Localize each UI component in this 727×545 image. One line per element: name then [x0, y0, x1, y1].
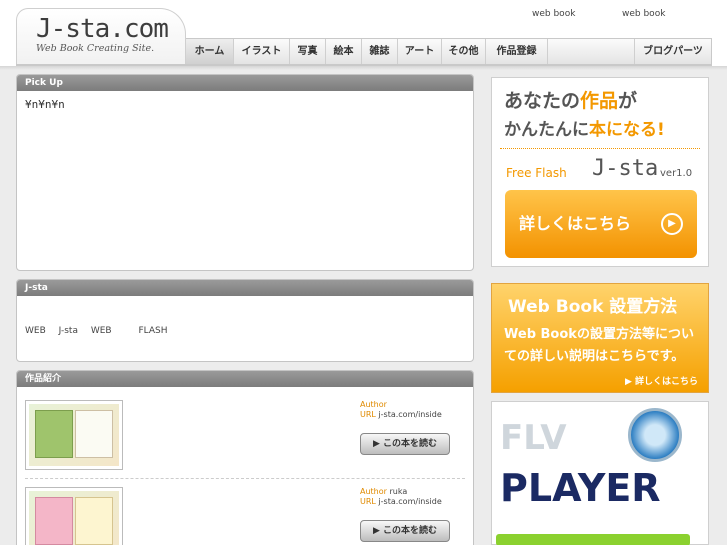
details-button[interactable]: 詳しくはこちら ▶	[505, 190, 697, 258]
main-nav: ホーム イラスト 写真 絵本 雑誌 アート その他 作品登録 ブログパーツ	[186, 38, 712, 65]
works-title: 作品紹介	[17, 371, 473, 387]
film-reel-icon	[628, 408, 682, 462]
promo-line-2-b: 本になる!	[589, 120, 665, 140]
nav-home[interactable]: ホーム	[186, 39, 234, 65]
pickup-title: Pick Up	[17, 75, 473, 91]
work-meta: Author URL j-sta.com/inside	[360, 400, 442, 420]
nav-art[interactable]: アート	[398, 39, 442, 65]
logo-tld: com	[123, 14, 169, 44]
site-tagline: Web Book Creating Site.	[36, 43, 155, 54]
book-page-right	[75, 410, 113, 458]
jsta-body: WEB J-sta WEB FLASH	[17, 296, 473, 336]
work-item: Author ruka URL j-sta.com/inside ▶ この本を読…	[25, 487, 465, 545]
read-book-label: この本を読む	[383, 439, 438, 449]
top-link-web-book-1[interactable]: web book	[532, 9, 575, 19]
logo-dot: .	[109, 14, 125, 44]
details-label: 詳しくはこちら	[519, 214, 632, 233]
nav-register-work[interactable]: 作品登録	[486, 39, 548, 65]
free-flash-label: Free Flash	[506, 166, 567, 180]
work-meta: Author ruka URL j-sta.com/inside	[360, 487, 442, 507]
promo-line-1-b: 作品	[580, 90, 619, 112]
jsta-word-jsta: J-sta	[58, 326, 78, 336]
site-logo[interactable]: J-sta.com	[36, 14, 169, 44]
book-image	[29, 491, 119, 545]
product-name: J-sta	[592, 156, 659, 181]
work-separator	[25, 478, 465, 479]
flv-player-banner[interactable]: FLV PLAYER	[491, 401, 709, 545]
work-url[interactable]: j-sta.com/inside	[378, 410, 441, 419]
promo-line-1-c: が	[618, 90, 638, 112]
url-label: URL	[360, 497, 376, 506]
work-url[interactable]: j-sta.com/inside	[378, 497, 441, 506]
setup-link[interactable]: ▶ 詳しくはこちら	[625, 374, 698, 387]
nav-magazine[interactable]: 雑誌	[362, 39, 398, 65]
player-text: PLAYER	[500, 466, 661, 510]
author-label: Author	[360, 487, 387, 496]
url-label: URL	[360, 410, 376, 419]
nav-other[interactable]: その他	[442, 39, 486, 65]
read-book-button[interactable]: ▶ この本を読む	[360, 433, 450, 455]
nav-picture-book[interactable]: 絵本	[326, 39, 362, 65]
work-thumbnail[interactable]	[25, 400, 123, 470]
jsta-panel: J-sta WEB J-sta WEB FLASH	[16, 279, 474, 362]
arrow-right-icon: ▶	[661, 213, 683, 235]
nav-photo[interactable]: 写真	[290, 39, 326, 65]
work-thumbnail[interactable]	[25, 487, 123, 545]
author-name: ruka	[389, 487, 408, 496]
book-image	[29, 404, 119, 466]
top-link-web-book-2[interactable]: web book	[622, 9, 665, 19]
jsta-title: J-sta	[17, 280, 473, 296]
book-page-left	[35, 410, 73, 458]
jsta-word-web-2: WEB	[90, 326, 112, 336]
product-version: ver1.0	[660, 168, 693, 179]
setup-title: Web Book 設置方法	[508, 297, 678, 317]
flv-text: FLV	[500, 418, 567, 458]
work-item: Author URL j-sta.com/inside ▶ この本を読む	[25, 400, 465, 480]
author-label: Author	[360, 400, 387, 409]
logo-main: J-sta	[36, 14, 110, 44]
nav-blog-parts[interactable]: ブログパーツ	[634, 39, 711, 65]
jsta-promo-banner[interactable]: あなたの作品が かんたんに本になる! Free Flash J-sta ver1…	[491, 77, 709, 267]
promo-line-2-a: かんたんに	[504, 120, 589, 140]
promo-line-1: あなたの作品が	[504, 86, 637, 113]
site-header: J-sta.com Web Book Creating Site. web bo…	[0, 0, 727, 66]
play-arrow-icon: ▶	[372, 526, 380, 536]
promo-line-1-a: あなたの	[504, 90, 581, 112]
works-panel: 作品紹介 Author URL j-sta.com/inside ▶ この本を読…	[16, 370, 474, 545]
read-book-button[interactable]: ▶ この本を読む	[360, 520, 450, 542]
pickup-panel: Pick Up ¥n¥n¥n	[16, 74, 474, 271]
book-page-left	[35, 497, 73, 545]
promo-divider	[500, 148, 700, 149]
play-arrow-icon: ▶	[372, 439, 380, 449]
jsta-word-flash: FLASH	[138, 326, 168, 336]
promo-line-2: かんたんに本になる!	[504, 115, 665, 140]
webbook-setup-banner[interactable]: Web Book 設置方法 Web Bookの設置方法等についての詳しい説明はこ…	[491, 283, 709, 393]
header-shadow	[0, 66, 727, 70]
read-book-label: この本を読む	[383, 526, 438, 536]
green-bar	[496, 534, 690, 545]
jsta-word-web: WEB	[25, 326, 46, 336]
pickup-body: ¥n¥n¥n	[25, 98, 65, 111]
book-page-right	[75, 497, 113, 545]
setup-text: Web Bookの設置方法等についての詳しい説明はこちらです。	[504, 327, 694, 364]
nav-illust[interactable]: イラスト	[234, 39, 290, 65]
